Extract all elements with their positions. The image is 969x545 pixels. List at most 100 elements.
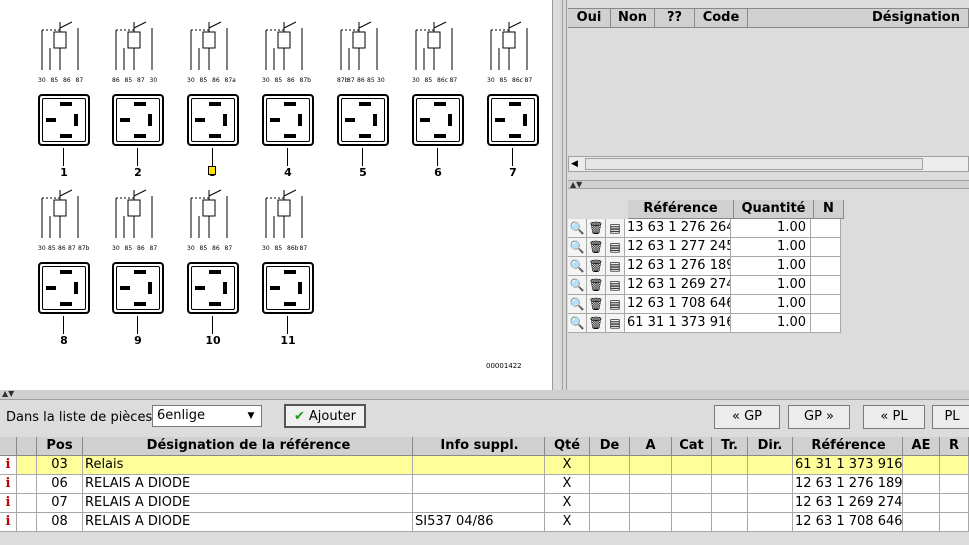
- document-icon[interactable]: ▤: [606, 257, 625, 276]
- info-suppl-value: [413, 475, 545, 494]
- horizontal-splitter-top[interactable]: ▲▼: [568, 180, 969, 189]
- header-designation-ref[interactable]: Désignation de la référence: [83, 437, 413, 456]
- info-icon[interactable]: i: [0, 513, 17, 532]
- prev-pl-button[interactable]: « PL: [863, 405, 925, 429]
- selection-hscrollbar[interactable]: ◀: [568, 156, 969, 172]
- reference-row[interactable]: 🔍 🗑 ▤ 12 63 1 708 646 1.00: [568, 295, 848, 314]
- search-part-icon[interactable]: 🔍: [568, 276, 587, 295]
- header-dir[interactable]: Dir.: [748, 437, 793, 456]
- pin-label: 87: [524, 77, 533, 84]
- search-part-icon[interactable]: 🔍: [568, 314, 587, 333]
- pin-label: 86c: [512, 77, 523, 84]
- n-value: [811, 238, 841, 257]
- parts-list-select[interactable]: 6enlige ▼: [152, 405, 262, 427]
- document-icon[interactable]: ▤: [606, 276, 625, 295]
- pin-label: 30: [149, 77, 158, 84]
- relay-diagram-panel[interactable]: 30858687186858730230858687a330858687b487…: [0, 0, 553, 390]
- info-icon[interactable]: i: [0, 475, 17, 494]
- header-unknown[interactable]: ??: [655, 9, 695, 28]
- chevron-down-icon[interactable]: ▼: [243, 408, 259, 424]
- quantity-value: 1.00: [731, 219, 811, 238]
- reference-row[interactable]: 🔍 🗑 ▤ 12 63 1 276 189 1.00: [568, 257, 848, 276]
- pin-label: 87: [149, 245, 158, 252]
- n-value: [811, 295, 841, 314]
- document-icon[interactable]: ▤: [606, 314, 625, 333]
- horizontal-splitter-bottom[interactable]: ▲▼: [0, 390, 969, 400]
- relay-socket: [112, 262, 164, 314]
- parts-row[interactable]: i 08 RELAIS A DIODE SI537 04/86 X 12 63 1 708…: [0, 513, 969, 532]
- header-ae[interactable]: AE: [903, 437, 940, 456]
- vertical-splitter[interactable]: [560, 0, 568, 390]
- add-button[interactable]: ✔ Ajouter: [284, 404, 366, 428]
- pin-label: 87: [75, 77, 84, 84]
- reference-value: 12 63 1 269 274: [793, 494, 903, 513]
- trash-icon[interactable]: 🗑: [587, 257, 606, 276]
- document-icon[interactable]: ▤: [606, 219, 625, 238]
- pin-label: 30: [187, 77, 195, 84]
- header-oui[interactable]: Oui: [568, 9, 611, 28]
- relay-socket: [262, 262, 314, 314]
- header-n[interactable]: N: [814, 200, 844, 219]
- header-designation[interactable]: Désignation: [748, 9, 969, 28]
- header-quantity[interactable]: Quantité: [734, 200, 814, 219]
- document-icon[interactable]: ▤: [606, 295, 625, 314]
- relay-schematic-icon: [190, 21, 228, 70]
- header-r[interactable]: R: [940, 437, 969, 456]
- header-reference[interactable]: Référence: [628, 200, 734, 219]
- n-value: [811, 314, 841, 333]
- trash-icon[interactable]: 🗑: [587, 219, 606, 238]
- pin-label: 86: [63, 77, 71, 84]
- header-reference-bottom[interactable]: Référence: [793, 437, 903, 456]
- parts-row[interactable]: i 03 Relais X 61 31 1 373 916: [0, 456, 969, 475]
- pin-label: 87: [299, 245, 308, 252]
- header-de[interactable]: De: [590, 437, 630, 456]
- search-part-icon[interactable]: 🔍: [568, 238, 587, 257]
- document-icon[interactable]: ▤: [606, 238, 625, 257]
- search-part-icon[interactable]: 🔍: [568, 257, 587, 276]
- next-pl-button[interactable]: PL: [932, 405, 969, 429]
- collapse-arrows-icon[interactable]: ▲▼: [570, 180, 582, 189]
- header-code[interactable]: Code: [695, 9, 748, 28]
- header-tr[interactable]: Tr.: [712, 437, 748, 456]
- header-qte[interactable]: Qté: [545, 437, 590, 456]
- info-suppl-value: [413, 494, 545, 513]
- header-non[interactable]: Non: [611, 9, 655, 28]
- scroll-left-icon[interactable]: ◀: [571, 158, 583, 170]
- header-blank[interactable]: [17, 437, 37, 456]
- relay-schematic-icon: [41, 21, 79, 70]
- reference-value: 12 63 1 708 646: [793, 513, 903, 532]
- trash-icon[interactable]: 🗑: [587, 314, 606, 333]
- parts-row[interactable]: i 06 RELAIS A DIODE X 12 63 1 276 189: [0, 475, 969, 494]
- collapse-arrows-icon[interactable]: ▲▼: [2, 389, 14, 398]
- header-a[interactable]: A: [630, 437, 672, 456]
- pin-label: 30: [412, 77, 420, 84]
- pin-label: 30: [112, 245, 120, 252]
- pin-label: 85: [48, 245, 56, 252]
- header-pos[interactable]: Pos: [37, 437, 83, 456]
- reference-value: 61 31 1 373 916: [625, 314, 731, 333]
- relay-number: 6: [434, 166, 442, 179]
- trash-icon[interactable]: 🗑: [587, 238, 606, 257]
- header-info-suppl[interactable]: Info suppl.: [413, 437, 545, 456]
- selection-table-header: Oui Non ?? Code Désignation: [568, 8, 969, 28]
- reference-row[interactable]: 🔍 🗑 ▤ 61 31 1 373 916 1.00: [568, 314, 848, 333]
- info-icon[interactable]: i: [0, 456, 17, 475]
- pin-label: 86: [137, 245, 145, 252]
- next-gp-button[interactable]: GP »: [788, 405, 850, 429]
- trash-icon[interactable]: 🗑: [587, 295, 606, 314]
- header-cat[interactable]: Cat: [672, 437, 712, 456]
- pin-label: 86: [212, 77, 220, 84]
- trash-icon[interactable]: 🗑: [587, 276, 606, 295]
- parts-row[interactable]: i 07 RELAIS A DIODE X 12 63 1 269 274: [0, 494, 969, 513]
- prev-gp-button[interactable]: « GP: [714, 405, 780, 429]
- pin-label: 85: [124, 77, 133, 84]
- reference-row[interactable]: 🔍 🗑 ▤ 12 63 1 269 274 1.00: [568, 276, 848, 295]
- reference-row[interactable]: 🔍 🗑 ▤ 12 63 1 277 245 1.00: [568, 238, 848, 257]
- reference-row[interactable]: 🔍 🗑 ▤ 13 63 1 276 264 1.00: [568, 219, 848, 238]
- pin-label: 85: [424, 77, 433, 84]
- info-icon[interactable]: i: [0, 494, 17, 513]
- hotspot-highlight-icon[interactable]: [208, 166, 216, 175]
- search-part-icon[interactable]: 🔍: [568, 295, 587, 314]
- scrollbar-thumb[interactable]: [585, 158, 923, 170]
- search-part-icon[interactable]: 🔍: [568, 219, 587, 238]
